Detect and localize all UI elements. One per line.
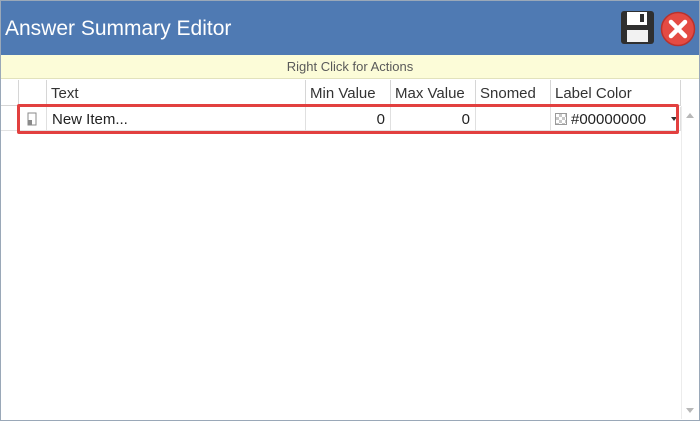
header-max-value[interactable]: Max Value xyxy=(391,80,476,106)
title-bar: Answer Summary Editor xyxy=(1,1,699,55)
close-button[interactable] xyxy=(660,11,696,47)
header-snomed[interactable]: Snomed xyxy=(476,80,551,106)
header-icon-column xyxy=(19,80,47,106)
snomed-cell[interactable] xyxy=(476,107,551,131)
window-title: Answer Summary Editor xyxy=(5,17,232,40)
header-min-value[interactable]: Min Value xyxy=(306,80,391,106)
save-button[interactable] xyxy=(620,10,655,45)
header-text[interactable]: Text xyxy=(47,80,306,106)
row-type-cell xyxy=(19,107,47,131)
grid-header-row: Text Min Value Max Value Snomed Label Co… xyxy=(1,80,681,106)
max-value-cell[interactable]: 0 xyxy=(391,107,476,131)
label-color-value: #00000000 xyxy=(571,111,647,128)
document-icon xyxy=(27,112,37,126)
floppy-disk-icon xyxy=(621,11,654,44)
close-icon xyxy=(660,11,696,47)
answer-summary-editor-window: Answer Summary Editor Right Click for Ac… xyxy=(0,0,700,421)
header-label-color[interactable]: Label Color xyxy=(551,80,681,106)
vertical-scrollbar[interactable] xyxy=(681,106,697,419)
header-row-indicator xyxy=(1,80,19,106)
table-row[interactable]: New Item... 0 0 #00000000 xyxy=(1,107,681,131)
scroll-up-arrow-icon[interactable] xyxy=(686,113,694,118)
label-color-dropdown[interactable]: #00000000 xyxy=(551,107,681,131)
answer-summary-grid: Text Min Value Max Value Snomed Label Co… xyxy=(1,80,699,420)
text-cell[interactable]: New Item... xyxy=(47,107,306,131)
right-click-actions-hint: Right Click for Actions xyxy=(1,55,699,79)
scroll-down-arrow-icon[interactable] xyxy=(686,408,694,413)
min-value-cell[interactable]: 0 xyxy=(306,107,391,131)
chevron-down-icon[interactable] xyxy=(671,117,677,121)
row-selector[interactable] xyxy=(1,107,19,131)
color-swatch-icon xyxy=(555,113,567,125)
